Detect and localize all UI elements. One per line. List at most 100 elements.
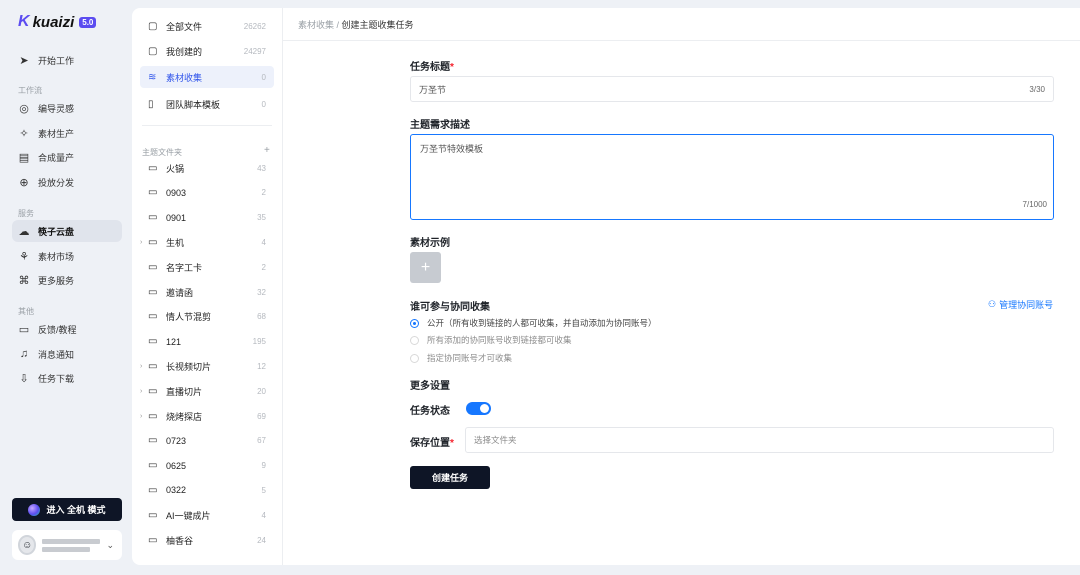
command-icon: ⌘: [18, 274, 30, 287]
folder-item[interactable]: ▭ 0901 35: [140, 207, 274, 229]
folder-count: 67: [257, 436, 266, 446]
folder-icon: ▭: [148, 460, 158, 472]
nav-more-services[interactable]: ⌘ 更多服务: [12, 269, 122, 291]
folder-count: 35: [257, 213, 266, 223]
header-divider: [283, 40, 1080, 41]
nav-task-downloads[interactable]: ⇩ 任务下载: [12, 367, 122, 389]
nav-directing-inspiration[interactable]: ◎ 编导灵感: [12, 97, 122, 119]
expand-arrow-icon[interactable]: ›: [140, 239, 142, 246]
nav-material-production[interactable]: ✧ 素材生产: [12, 122, 122, 144]
nav-section-other: 其他: [18, 307, 34, 316]
main-content: 素材收集 / 创建主题收集任务 任务标题* 万圣节 3/30 主题需求描述 万圣…: [282, 8, 1080, 565]
folder-item[interactable]: ▭ 情人节混剪 68: [140, 306, 274, 328]
label-text: 任务状态: [410, 406, 450, 417]
nav-label: 消息通知: [38, 349, 75, 360]
folder-label: 0903: [166, 187, 187, 198]
task-status-label: 任务状态: [410, 402, 450, 417]
radio-all-accounts[interactable]: 所有添加的协同账号收到链接都可收集: [410, 334, 572, 346]
expand-arrow-icon[interactable]: ›: [140, 363, 142, 370]
title-input[interactable]: 万圣节 3/30: [410, 76, 1054, 102]
task-status-toggle[interactable]: [466, 402, 491, 415]
brand-logo[interactable]: K kuaizi 5.0: [18, 13, 97, 31]
upload-button[interactable]: +: [410, 252, 441, 283]
breadcrumb-parent[interactable]: 素材收集: [298, 20, 334, 30]
book-icon: ▭: [18, 323, 30, 336]
title-char-count: 3/30: [1029, 84, 1045, 94]
folder-label: 柚香谷: [166, 535, 194, 546]
folder-label: 火锅: [166, 163, 185, 174]
folder-label: AI一键成片: [166, 510, 211, 521]
chevron-down-icon: ⌄: [106, 539, 114, 550]
enter-mode-button[interactable]: 进入 全机 模式: [12, 498, 122, 521]
nav-material-market[interactable]: ⚘ 素材市场: [12, 245, 122, 267]
orb-icon: [28, 503, 41, 516]
folder-item[interactable]: › ▭ 生机 4: [140, 231, 274, 253]
radio-public[interactable]: 公开（所有收到链接的人都可收集，并自动添加为协同账号）: [410, 317, 657, 329]
nav-feedback[interactable]: ▭ 反馈/教程: [12, 318, 122, 340]
folder-user-icon: ▢: [148, 45, 158, 57]
expand-arrow-icon[interactable]: ›: [140, 388, 142, 395]
folder-item[interactable]: ▭ 121 195: [140, 331, 274, 353]
folder-item[interactable]: ▭ 0625 9: [140, 455, 274, 477]
file-team-templates[interactable]: ▯ 团队脚本模板 0: [140, 93, 274, 115]
file-all[interactable]: ▢ 全部文件 26262: [140, 15, 274, 37]
folder-label: 邀请函: [166, 287, 194, 298]
folder-count: 12: [257, 361, 266, 371]
nav-section-workflow: 工作流: [18, 86, 42, 95]
folder-item[interactable]: › ▭ 烧烤探店 69: [140, 405, 274, 427]
folder-count: 24: [257, 535, 266, 545]
folder-item[interactable]: › ▭ 长视频切片 12: [140, 355, 274, 377]
folder-icon: ▭: [148, 509, 158, 521]
item-label: 全部文件: [166, 21, 203, 32]
folder-icon: ▭: [148, 286, 158, 298]
bulb-icon: ◎: [19, 102, 29, 115]
folder-icon: ▭: [148, 534, 158, 546]
folder-icon: ▭: [148, 311, 158, 323]
folder-select-placeholder: 选择文件夹: [474, 435, 517, 445]
nav-batch-compose[interactable]: ▤ 合成量产: [12, 146, 122, 168]
desc-textarea[interactable]: 万圣节特效模板 7/1000: [410, 134, 1054, 220]
item-count: 26262: [243, 21, 266, 31]
add-folder-button[interactable]: +: [264, 145, 270, 156]
folder-item[interactable]: ▭ 柚香谷 24: [140, 529, 274, 551]
desc-value: 万圣节特效模板: [420, 144, 484, 154]
folder-item[interactable]: ▭ 名字工卡 2: [140, 256, 274, 278]
folder-item[interactable]: ▭ 火锅 43: [140, 157, 274, 179]
folder-label: 名字工卡: [166, 262, 203, 273]
folder-icon: ▢: [148, 20, 158, 32]
folder-item[interactable]: ▭ AI一键成片 4: [140, 504, 274, 526]
file-material-collection[interactable]: ≋ 素材收集 0: [140, 66, 274, 88]
layers-icon: ≋: [148, 71, 157, 83]
label-text: 主题需求描述: [410, 120, 470, 131]
radio-specified-accounts[interactable]: 指定协同账号才可收集: [410, 352, 512, 364]
folder-label: 烧烤探店: [166, 411, 203, 422]
nav-distribution[interactable]: ⊕ 投放分发: [12, 171, 122, 193]
manage-accounts-link[interactable]: ⚇ 管理协同账号: [988, 298, 1053, 311]
download-icon: ⇩: [19, 372, 29, 385]
folder-item[interactable]: ▭ 0903 2: [140, 182, 274, 204]
folder-label: 0901: [166, 212, 187, 223]
folder-count: 4: [261, 510, 266, 520]
nav-cloud-drive[interactable]: ☁ 筷子云盘: [12, 220, 122, 242]
required-mark: *: [450, 62, 454, 73]
folder-count: 69: [257, 411, 266, 421]
user-menu[interactable]: ☺ ⌄: [12, 530, 122, 560]
radio-dot: [410, 353, 419, 363]
folder-label: 情人节混剪: [166, 312, 212, 323]
expand-arrow-icon[interactable]: ›: [140, 413, 142, 420]
folder-item[interactable]: ▭ 0723 67: [140, 430, 274, 452]
folder-select[interactable]: 选择文件夹: [465, 427, 1054, 453]
folder-label: 生机: [166, 237, 185, 248]
upload-box-icon: ⊕: [19, 176, 29, 189]
nav-start-work[interactable]: ➤ 开始工作: [12, 49, 122, 71]
create-task-button[interactable]: 创建任务: [410, 466, 490, 489]
folder-item[interactable]: › ▭ 直播切片 20: [140, 380, 274, 402]
folder-count: 43: [257, 163, 266, 173]
folder-item[interactable]: ▭ 0322 5: [140, 479, 274, 501]
file-mine[interactable]: ▢ 我创建的 24297: [140, 40, 274, 62]
folder-item[interactable]: ▭ 邀请函 32: [140, 281, 274, 303]
breadcrumb-separator: /: [334, 20, 342, 30]
nav-label: 筷子云盘: [38, 226, 75, 237]
label-text: 谁可参与协同收集: [410, 302, 490, 313]
nav-notifications[interactable]: ♫ 消息通知: [12, 343, 122, 365]
